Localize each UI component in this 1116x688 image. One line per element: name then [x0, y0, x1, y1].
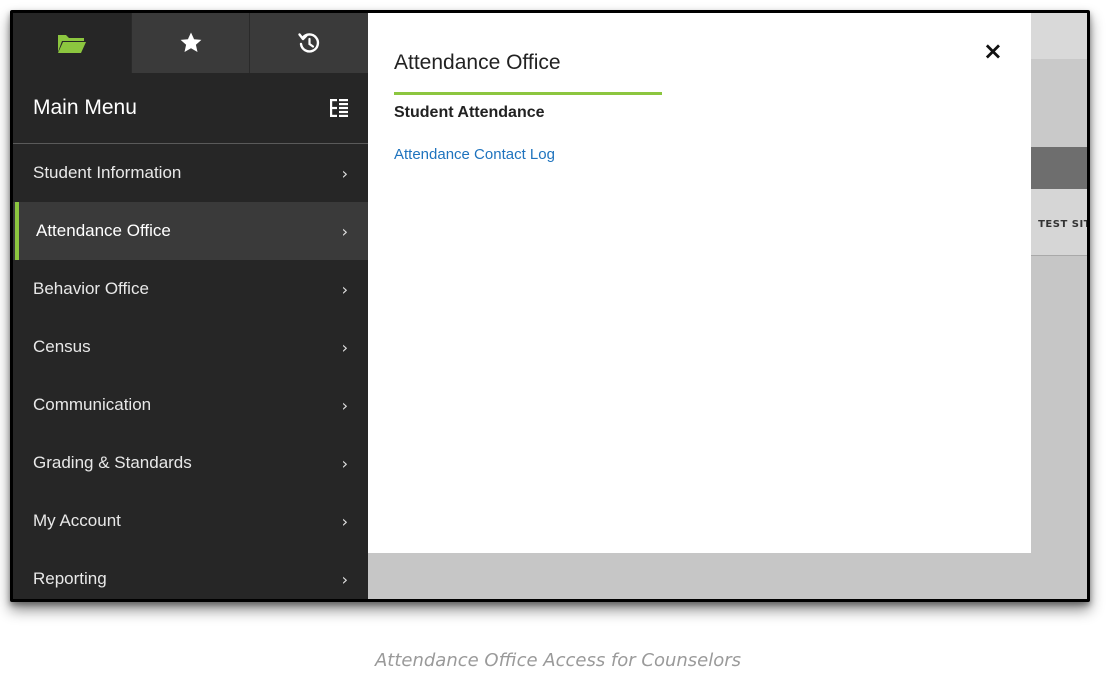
menu-item-grading-standards[interactable]: Grading & Standards › — [13, 434, 368, 492]
tree-list-icon[interactable] — [328, 97, 350, 119]
chevron-right-icon: › — [341, 221, 348, 241]
close-icon[interactable]: × — [983, 37, 1003, 65]
menu-item-label: Attendance Office — [36, 221, 171, 240]
tab-main-menu[interactable] — [13, 13, 132, 73]
main-menu-sidebar: Main Menu Student Information › Attendan… — [13, 13, 369, 599]
image-caption: Attendance Office Access for Counselors — [374, 650, 742, 671]
menu-item-label: Grading & Standards — [33, 453, 192, 472]
menu-item-label: Reporting — [33, 569, 107, 588]
flyout-title: Attendance Office — [394, 51, 561, 74]
star-icon — [179, 31, 203, 55]
screenshot-frame: TEST SIT Main Menu Student Information ›… — [10, 10, 1090, 602]
menu-item-label: Census — [33, 337, 91, 356]
tab-favorites[interactable] — [131, 13, 251, 73]
history-icon — [297, 31, 321, 55]
chevron-right-icon: › — [341, 279, 348, 299]
menu-item-my-account[interactable]: My Account › — [13, 492, 368, 550]
menu-item-communication[interactable]: Communication › — [13, 376, 368, 434]
menu-item-label: Behavior Office — [33, 279, 149, 298]
nav-tab-bar — [13, 13, 369, 73]
submenu-flyout: Attendance Office × Student Attendance A… — [368, 13, 1031, 553]
menu-item-attendance-office[interactable]: Attendance Office › — [13, 202, 368, 260]
menu-item-label: Student Information — [33, 163, 182, 182]
menu-item-label: My Account — [33, 511, 121, 530]
menu-item-student-information[interactable]: Student Information › — [13, 144, 368, 202]
main-menu-header: Main Menu — [13, 73, 368, 144]
main-menu-list: Student Information › Attendance Office … — [13, 144, 368, 599]
chevron-right-icon: › — [341, 163, 348, 183]
app-window: TEST SIT Main Menu Student Information ›… — [13, 13, 1087, 599]
attendance-contact-log-link[interactable]: Attendance Contact Log — [394, 146, 555, 163]
chevron-right-icon: › — [341, 569, 348, 589]
background-column-label: TEST SIT — [1038, 219, 1087, 230]
menu-item-census[interactable]: Census › — [13, 318, 368, 376]
menu-item-reporting[interactable]: Reporting › — [13, 550, 368, 599]
flyout-section-heading: Student Attendance — [394, 104, 545, 121]
chevron-right-icon: › — [341, 337, 348, 357]
menu-item-behavior-office[interactable]: Behavior Office › — [13, 260, 368, 318]
main-menu-title: Main Menu — [33, 96, 137, 119]
tab-recent[interactable] — [250, 13, 369, 73]
chevron-right-icon: › — [341, 453, 348, 473]
chevron-right-icon: › — [341, 511, 348, 531]
folder-open-icon — [57, 32, 87, 54]
chevron-right-icon: › — [341, 395, 348, 415]
menu-item-label: Communication — [33, 395, 152, 414]
flyout-title-underline — [394, 92, 662, 95]
